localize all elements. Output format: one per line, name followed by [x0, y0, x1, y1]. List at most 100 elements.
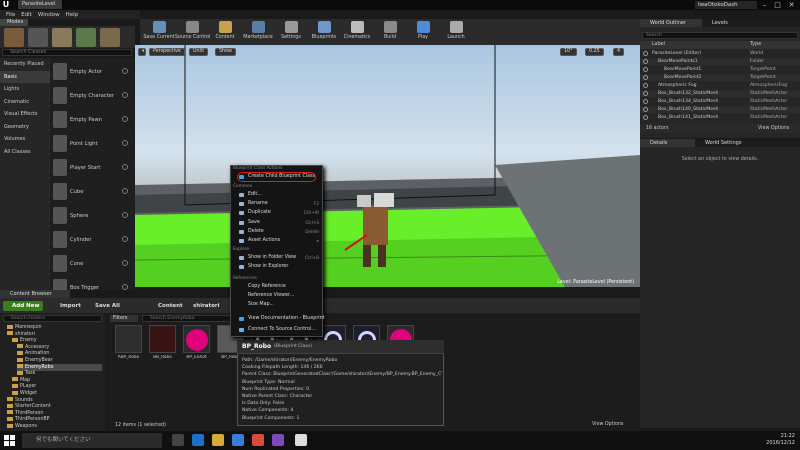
add-new-button[interactable]: Add New	[3, 301, 43, 311]
info-icon[interactable]	[122, 284, 128, 290]
content-browser-tab[interactable]: Content Browser	[0, 290, 70, 298]
asset-tile[interactable]: BB_Robo	[149, 325, 176, 367]
menu-item[interactable]: Asset Actions ▸	[230, 237, 322, 245]
menu-item[interactable]: Save Ctrl+S	[230, 219, 322, 227]
menu-help[interactable]: Help	[66, 12, 79, 18]
asset-tile[interactable]: BP_EShot	[183, 325, 210, 367]
toolbar-button[interactable]: Save Current	[142, 19, 176, 45]
info-icon[interactable]	[122, 260, 128, 266]
actor-item[interactable]: Point Light	[50, 132, 135, 156]
info-icon[interactable]	[122, 188, 128, 194]
category-2[interactable]: Lights	[0, 83, 50, 96]
geometry-mode-icon[interactable]	[100, 28, 120, 47]
toolbar-button[interactable]: Content	[208, 19, 242, 45]
chrome-icon[interactable]	[252, 434, 264, 446]
actor-item[interactable]: Player Start	[50, 156, 135, 180]
toolbar-button[interactable]: Blueprints	[307, 19, 341, 45]
edge-icon[interactable]	[192, 434, 204, 446]
breadcrumb-shiratori[interactable]: shiratori	[193, 301, 220, 311]
import-button[interactable]: Import	[60, 301, 81, 311]
world-outliner-search[interactable]: Search	[642, 32, 798, 39]
actor-item[interactable]: Empty Pawn	[50, 108, 135, 132]
category-3[interactable]: Cinematic	[0, 96, 50, 109]
menu-edit[interactable]: Edit	[21, 12, 32, 18]
level-viewport[interactable]: ▾ Perspective Unlit Show 10° 0.25 4 Leve…	[135, 45, 640, 287]
outliner-view-options[interactable]: View Options	[758, 126, 789, 131]
asset-tile[interactable]: ABP_Robo	[115, 325, 142, 367]
visibility-eye-icon[interactable]	[643, 107, 648, 112]
info-icon[interactable]	[122, 140, 128, 146]
close-button[interactable]: ✕	[785, 0, 798, 10]
landscape-mode-icon[interactable]	[52, 28, 72, 47]
toolbar-button[interactable]: Settings	[274, 19, 308, 45]
visibility-eye-icon[interactable]	[643, 91, 648, 96]
actor-item[interactable]: Empty Character	[50, 84, 135, 108]
actor-item[interactable]: Cylinder	[50, 228, 135, 252]
category-7[interactable]: All Classes	[0, 146, 50, 159]
category-0[interactable]: Recently Placed	[0, 58, 50, 71]
task-view-icon[interactable]	[172, 434, 184, 446]
toolbar-button[interactable]: Launch	[439, 19, 473, 45]
info-icon[interactable]	[122, 212, 128, 218]
show-button[interactable]: Show	[215, 48, 236, 56]
category-6[interactable]: Volumes	[0, 133, 50, 146]
camera-speed-button[interactable]: 4	[613, 48, 625, 56]
outliner-row[interactable]: ParasiteLevel (Editor) World	[640, 50, 800, 57]
store-icon[interactable]	[232, 434, 244, 446]
windows-start-icon[interactable]	[4, 435, 15, 446]
explorer-icon[interactable]	[212, 434, 224, 446]
toolbar-button[interactable]: Play	[406, 19, 440, 45]
outliner-row[interactable]: Box_Brush141_StaticMesh StaticMeshActor	[640, 114, 800, 121]
menu-item[interactable]: Connect To Source Control...	[230, 326, 322, 334]
levels-tab[interactable]: Levels	[702, 19, 728, 27]
actor-item[interactable]: Empty Actor	[50, 60, 135, 84]
snap-scale-button[interactable]: 0.25	[585, 48, 604, 56]
outliner-row[interactable]: BearMovePoint2 TargetPoint	[640, 74, 800, 81]
category-5[interactable]: Geometry	[0, 121, 50, 134]
outliner-row[interactable]: Box_Brush140_StaticMesh StaticMeshActor	[640, 106, 800, 113]
toolbar-button[interactable]: Cinematics	[340, 19, 374, 45]
menu-item[interactable]: Show in Explorer	[230, 263, 322, 271]
info-icon[interactable]	[122, 116, 128, 122]
menu-item[interactable]: Delete Delete	[230, 228, 322, 236]
search-folders-input[interactable]: Search Folders	[3, 315, 102, 322]
level-tab[interactable]: ParasiteLevel	[18, 0, 62, 9]
visibility-eye-icon[interactable]	[643, 59, 648, 64]
col-label[interactable]: Label	[652, 42, 665, 47]
category-4[interactable]: Visual Effects	[0, 108, 50, 121]
folder-item[interactable]: Weapons	[7, 423, 102, 430]
viewport-menu-button[interactable]: ▾	[138, 48, 146, 56]
details-tab[interactable]: Details	[640, 138, 695, 147]
info-icon[interactable]	[122, 164, 128, 170]
menu-item[interactable]: Size Map...	[230, 301, 322, 309]
content-view-options[interactable]: View Options	[592, 422, 623, 427]
search-classes-input[interactable]: Search Classes	[2, 49, 132, 56]
menu-item[interactable]: View Documentation - Blueprint	[230, 315, 325, 323]
menu-file[interactable]: File	[6, 12, 15, 18]
outliner-row[interactable]: Box_Brush132_StaticMesh StaticMeshActor	[640, 90, 800, 97]
outliner-row[interactable]: Atmospheric Fog AtmosphericFog	[640, 82, 800, 89]
world-outliner-tab[interactable]: World Outliner	[640, 19, 702, 27]
category-1[interactable]: Basic	[0, 70, 50, 83]
outliner-row[interactable]: Box_Brush134_StaticMesh StaticMeshActor	[640, 98, 800, 105]
visibility-eye-icon[interactable]	[643, 75, 648, 80]
outliner-row[interactable]: BearMovePoints1 Folder	[640, 58, 800, 65]
toolbar-button[interactable]: Source Control	[175, 19, 210, 45]
menu-item[interactable]: Reference Viewer...	[230, 292, 322, 300]
visibility-eye-icon[interactable]	[643, 99, 648, 104]
maximize-button[interactable]: □	[771, 0, 784, 10]
info-icon[interactable]	[122, 68, 128, 74]
breadcrumb-content[interactable]: Content	[158, 301, 183, 311]
info-icon[interactable]	[122, 236, 128, 242]
actor-item[interactable]: Cube	[50, 180, 135, 204]
visibility-eye-icon[interactable]	[643, 67, 648, 72]
menu-item[interactable]: Copy Reference	[230, 283, 322, 291]
visibility-eye-icon[interactable]	[643, 83, 648, 88]
place-mode-icon[interactable]	[4, 28, 24, 47]
taskbar-search[interactable]: 何でも聞いてください	[22, 433, 162, 448]
visibility-eye-icon[interactable]	[643, 51, 648, 56]
save-all-button[interactable]: Save All	[95, 301, 120, 311]
modes-tab[interactable]: Modes	[0, 19, 28, 26]
paint-mode-icon[interactable]	[28, 28, 48, 47]
menu-item[interactable]: Duplicate Ctrl+W	[230, 209, 322, 217]
